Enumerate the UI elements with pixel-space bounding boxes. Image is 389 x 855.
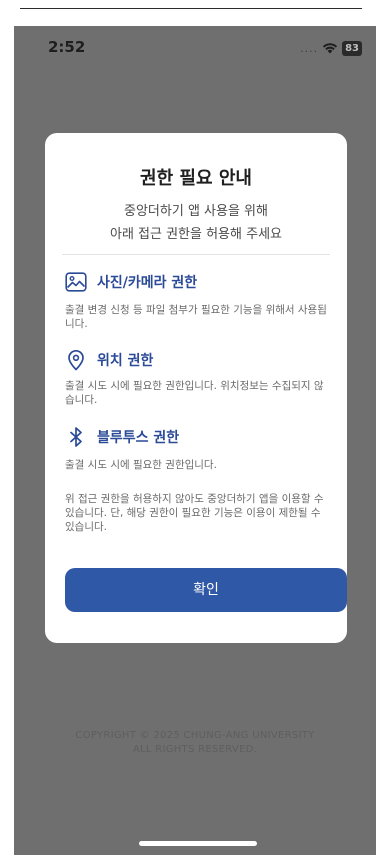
permission-bluetooth-description: 출결 시도 시에 필요한 권한입니다. — [65, 459, 217, 471]
top-border-line — [20, 8, 362, 9]
dialog-title: 권한 필요 안내 — [140, 168, 252, 189]
permission-photo-description: 출결 변경 신청 등 파일 첨부가 필요한 기능을 위해서 사용됩니다. — [65, 304, 327, 330]
permission-photo-header: 사진/카메라 권한 — [65, 272, 197, 292]
phone-screen: 2:52 .... 83 권한 필요 안내 중앙더하기 앱 사용을 위해 아래 … — [14, 26, 376, 855]
wifi-icon — [322, 39, 338, 58]
permission-notice: 위 접근 권한을 허용하지 않아도 중앙더하기 앱을 이용할 수 있습니다. 단… — [65, 493, 324, 533]
permission-location-header: 위치 권한 — [65, 349, 153, 371]
dialog-subtitle-line1: 중앙더하기 앱 사용을 위해 — [124, 204, 268, 219]
status-indicators: .... 83 — [300, 39, 362, 58]
permission-bluetooth-title: 블루투스 권한 — [97, 430, 180, 446]
battery-icon: 83 — [342, 41, 362, 56]
copyright-footer: COPYRIGHT © 2025 CHUNG-ANG UNIVERSITY AL… — [14, 729, 376, 757]
dialog-subtitle-line2: 아래 접근 권한을 허용해 주세요 — [109, 227, 282, 242]
permission-bluetooth-header: 블루투스 권한 — [65, 426, 179, 448]
bluetooth-icon — [65, 426, 87, 448]
home-indicator[interactable] — [139, 841, 257, 846]
permission-photo-title: 사진/카메라 권한 — [97, 275, 198, 291]
top-border-strip — [0, 0, 389, 26]
copyright-line1: COPYRIGHT © 2025 CHUNG-ANG UNIVERSITY — [75, 730, 315, 741]
permission-location-description: 출결 시도 시에 필요한 권한입니다. 위치정보는 수집되지 않습니다. — [65, 380, 324, 406]
divider — [62, 254, 330, 255]
confirm-button[interactable]: 확인 — [65, 568, 347, 612]
status-time: 2:52 — [48, 38, 86, 56]
status-bar: 2:52 .... 83 — [14, 26, 376, 70]
permission-dialog: 권한 필요 안내 중앙더하기 앱 사용을 위해 아래 접근 권한을 허용해 주세… — [45, 133, 347, 643]
image-icon — [65, 272, 87, 292]
signal-icon: .... — [300, 42, 319, 55]
permission-location-title: 위치 권한 — [97, 353, 154, 369]
location-pin-icon — [65, 349, 87, 371]
copyright-line2: ALL RIGHTS RESERVED. — [132, 744, 258, 755]
